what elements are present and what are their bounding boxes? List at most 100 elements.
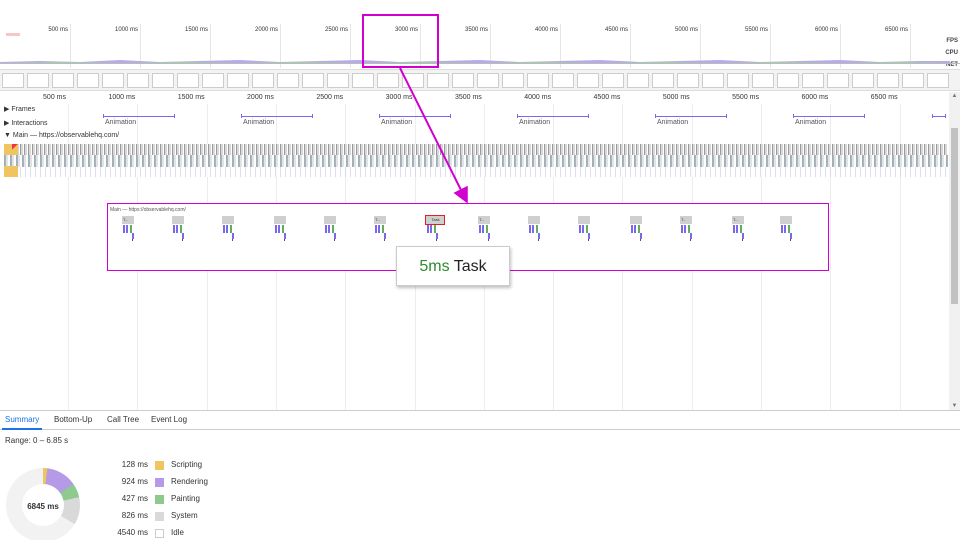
screenshot-thumbnail[interactable]	[802, 73, 824, 88]
zoom-task-group[interactable]: T...	[680, 216, 694, 246]
screenshot-thumbnail[interactable]	[702, 73, 724, 88]
screenshot-thumbnail[interactable]	[752, 73, 774, 88]
screenshot-thumbnail[interactable]	[727, 73, 749, 88]
animation-bar[interactable]	[517, 114, 589, 118]
zoom-task-block[interactable]	[528, 216, 540, 224]
screenshots-filmstrip[interactable]	[0, 69, 960, 91]
screenshot-thumbnail[interactable]	[677, 73, 699, 88]
screenshot-thumbnail[interactable]	[527, 73, 549, 88]
subtask-mark	[690, 239, 691, 241]
screenshot-thumbnail[interactable]	[102, 73, 124, 88]
screenshot-thumbnail[interactable]	[77, 73, 99, 88]
screenshot-thumbnail[interactable]	[277, 73, 299, 88]
task-flame-row[interactable]	[4, 144, 948, 155]
expand-triangle-icon[interactable]: ▶	[4, 120, 9, 127]
zoom-task-group[interactable]	[324, 216, 338, 246]
screenshot-thumbnail[interactable]	[877, 73, 899, 88]
animation-bar[interactable]	[793, 114, 865, 118]
rendering-mark	[582, 225, 584, 233]
screenshot-thumbnail[interactable]	[552, 73, 574, 88]
zoom-task-block[interactable]	[222, 216, 234, 224]
screenshot-thumbnail[interactable]	[152, 73, 174, 88]
scroll-thumb[interactable]	[951, 128, 958, 304]
tab-event-log[interactable]: Event Log	[151, 415, 187, 424]
time-ruler: 500 ms 1000 ms 1500 ms 2000 ms 2500 ms 3000 m…	[0, 92, 960, 104]
ruler-tick-label: 6000 ms	[801, 94, 829, 101]
screenshot-thumbnail[interactable]	[377, 73, 399, 88]
zoom-task-block[interactable]: T...	[122, 216, 134, 224]
tab-call-tree[interactable]: Call Tree	[107, 415, 139, 424]
main-track[interactable]: ▼ Main — https://observablehq.com/	[4, 132, 119, 139]
zoom-task-group[interactable]	[780, 216, 794, 246]
scroll-down-icon[interactable]: ▼	[950, 402, 959, 410]
render-flame-row[interactable]	[4, 155, 948, 167]
selected-task-block[interactable]: Task	[425, 215, 445, 225]
zoom-task-group[interactable]: T...	[122, 216, 136, 246]
tab-bottom-up[interactable]: Bottom-Up	[54, 415, 92, 424]
screenshot-thumbnail[interactable]	[452, 73, 474, 88]
screenshot-thumbnail[interactable]	[27, 73, 49, 88]
expand-triangle-icon[interactable]: ▶	[4, 106, 9, 113]
zoom-task-block[interactable]	[578, 216, 590, 224]
zoom-task-block[interactable]	[780, 216, 792, 224]
screenshot-thumbnail[interactable]	[652, 73, 674, 88]
screenshot-thumbnail[interactable]	[2, 73, 24, 88]
timeline-overview[interactable]: 500 ms 1000 ms 1500 ms 2000 ms 2500 ms 3000 m…	[0, 24, 960, 68]
zoom-task-group[interactable]: Task	[425, 215, 445, 246]
screenshot-thumbnail[interactable]	[302, 73, 324, 88]
zoom-task-group[interactable]	[222, 216, 236, 246]
screenshot-thumbnail[interactable]	[52, 73, 74, 88]
screenshot-thumbnail[interactable]	[202, 73, 224, 88]
zoom-task-group[interactable]	[578, 216, 592, 246]
screenshot-thumbnail[interactable]	[477, 73, 499, 88]
screenshot-thumbnail[interactable]	[352, 73, 374, 88]
zoom-task-block[interactable]	[274, 216, 286, 224]
screenshot-thumbnail[interactable]	[227, 73, 249, 88]
rendering-mark	[784, 225, 786, 233]
scripting-block[interactable]	[4, 166, 18, 177]
zoom-task-group[interactable]	[528, 216, 542, 246]
screenshot-thumbnail[interactable]	[127, 73, 149, 88]
screenshot-thumbnail[interactable]	[852, 73, 874, 88]
screenshot-thumbnail[interactable]	[502, 73, 524, 88]
screenshot-thumbnail[interactable]	[627, 73, 649, 88]
zoom-task-block[interactable]: T...	[478, 216, 490, 224]
animation-bar[interactable]	[655, 114, 727, 118]
scroll-up-icon[interactable]: ▲	[950, 92, 959, 100]
rendering-mark	[430, 225, 432, 233]
screenshot-thumbnail[interactable]	[902, 73, 924, 88]
screenshot-thumbnail[interactable]	[602, 73, 624, 88]
zoom-task-block[interactable]: T...	[680, 216, 692, 224]
screenshot-thumbnail[interactable]	[327, 73, 349, 88]
screenshot-thumbnail[interactable]	[827, 73, 849, 88]
screenshot-thumbnail[interactable]	[402, 73, 424, 88]
zoom-task-group[interactable]: T...	[732, 216, 746, 246]
collapse-triangle-icon[interactable]: ▼	[4, 132, 11, 139]
screenshot-thumbnail[interactable]	[927, 73, 949, 88]
screenshot-thumbnail[interactable]	[777, 73, 799, 88]
animation-bar[interactable]	[103, 114, 175, 118]
screenshot-thumbnail[interactable]	[427, 73, 449, 88]
zoom-task-group[interactable]	[630, 216, 644, 246]
zoom-task-group[interactable]: T...	[478, 216, 492, 246]
zoom-task-block[interactable]	[324, 216, 336, 224]
screenshot-thumbnail[interactable]	[177, 73, 199, 88]
screenshot-thumbnail[interactable]	[577, 73, 599, 88]
tab-summary[interactable]: Summary	[5, 415, 39, 424]
animation-bar[interactable]	[379, 114, 451, 118]
interactions-track-label: Interactions	[11, 120, 48, 127]
animation-bar[interactable]	[932, 114, 946, 118]
zoom-task-block[interactable]	[172, 216, 184, 224]
zoom-task-block[interactable]	[630, 216, 642, 224]
zoom-task-group[interactable]	[172, 216, 186, 246]
frames-track[interactable]: ▶ Frames	[4, 105, 35, 113]
subtask-flame-row[interactable]	[20, 167, 948, 177]
zoom-task-block[interactable]: T...	[374, 216, 386, 224]
screenshot-thumbnail[interactable]	[252, 73, 274, 88]
vertical-scrollbar[interactable]: ▲ ▼	[949, 92, 960, 410]
zoom-task-group[interactable]: T...	[374, 216, 388, 246]
interactions-track[interactable]: ▶ Interactions	[4, 119, 48, 127]
zoom-task-block[interactable]: T...	[732, 216, 744, 224]
zoom-task-group[interactable]	[274, 216, 288, 246]
animation-bar[interactable]	[241, 114, 313, 118]
